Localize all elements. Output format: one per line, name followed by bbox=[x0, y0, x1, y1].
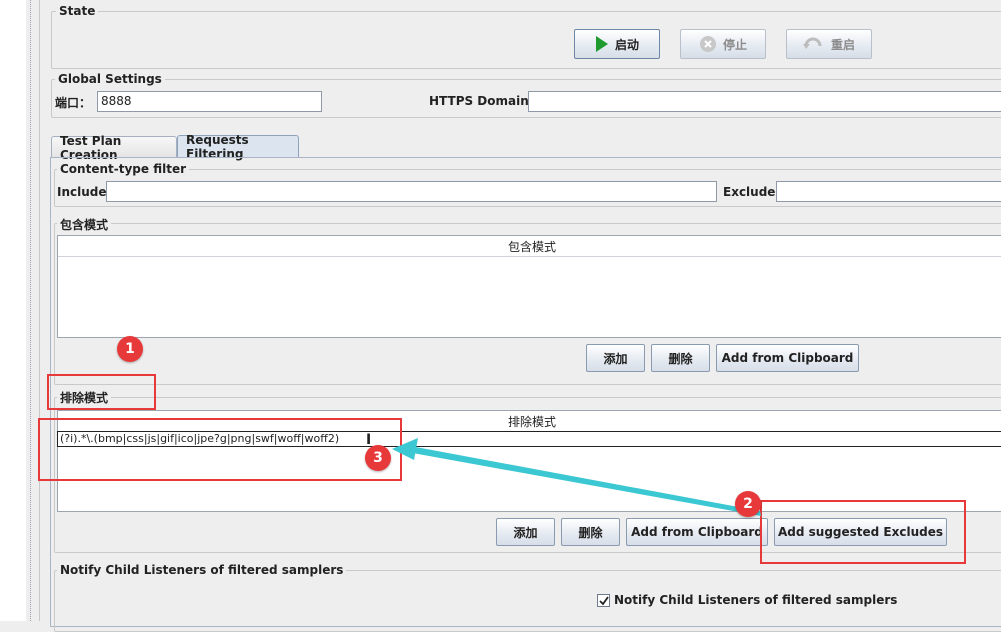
marker-2: 2 bbox=[735, 491, 761, 517]
marker-1: 1 bbox=[117, 336, 143, 362]
annotation-arrow bbox=[392, 438, 761, 516]
marker-3: 3 bbox=[365, 445, 391, 471]
text-cursor-icon: I bbox=[366, 432, 372, 448]
